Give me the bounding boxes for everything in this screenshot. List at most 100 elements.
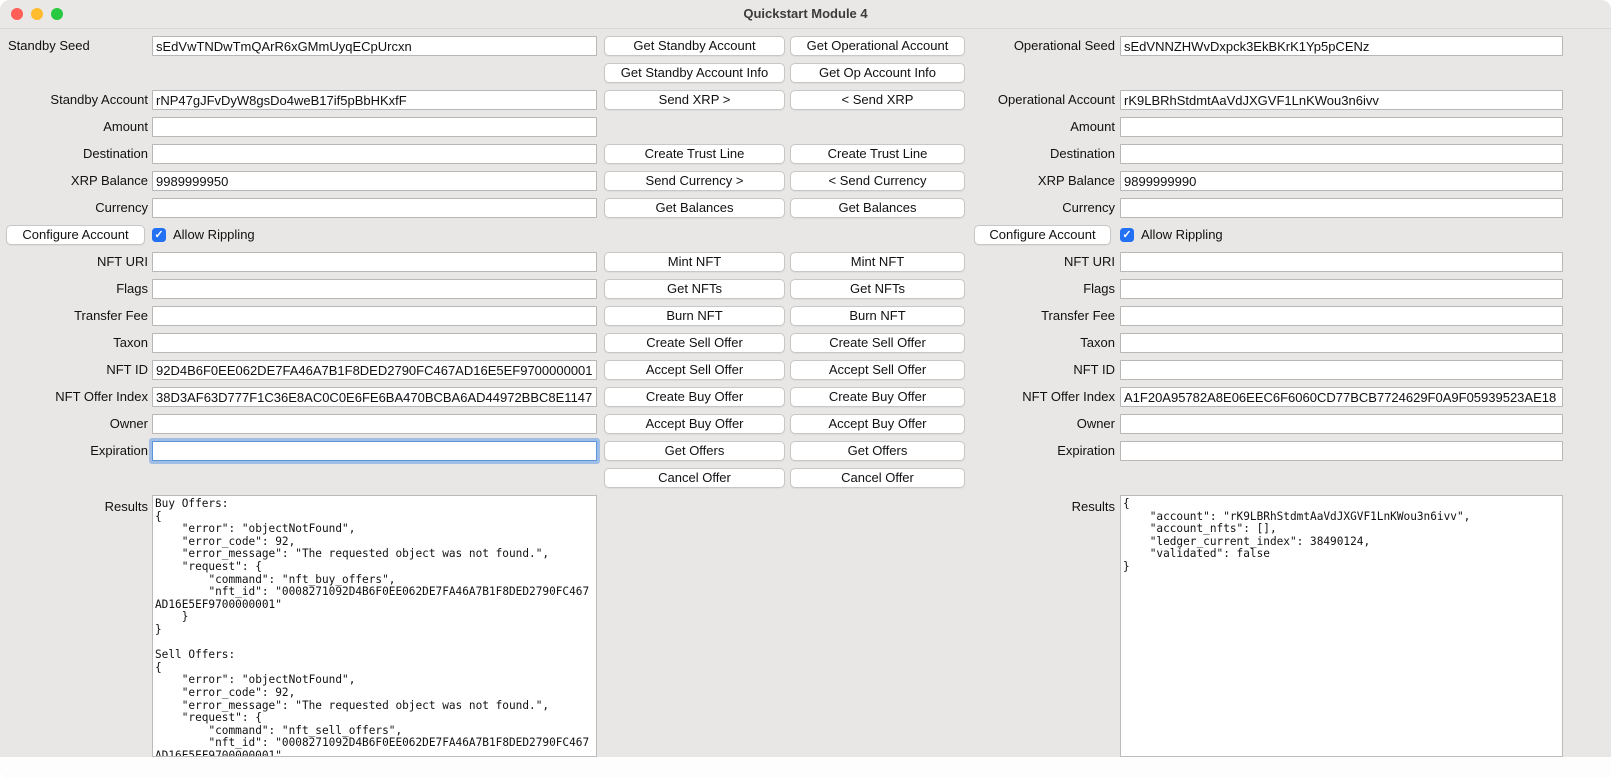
mint-nft-operational-button[interactable]: Mint NFT (790, 252, 965, 272)
standby-expiration-input[interactable] (152, 441, 597, 461)
get-standby-account-button[interactable]: Get Standby Account (604, 36, 785, 56)
minimize-icon[interactable] (31, 8, 43, 20)
accept-sell-offer-operational-button[interactable]: Accept Sell Offer (790, 360, 965, 380)
create-buy-offer-operational-button[interactable]: Create Buy Offer (790, 387, 965, 407)
operational-seed-label: Operational Seed (965, 36, 1115, 56)
operational-xrp-balance-label: XRP Balance (965, 171, 1115, 191)
operational-nft-id-label: NFT ID (965, 360, 1115, 380)
get-operational-account-button[interactable]: Get Operational Account (790, 36, 965, 56)
cancel-offer-operational-button[interactable]: Cancel Offer (790, 468, 965, 488)
operational-currency-label: Currency (965, 198, 1115, 218)
get-nfts-standby-button[interactable]: Get NFTs (604, 279, 785, 299)
standby-xrp-balance-label: XRP Balance (0, 171, 148, 191)
operational-account-label: Operational Account (965, 90, 1115, 110)
operational-taxon-input[interactable] (1120, 333, 1563, 353)
standby-nft-offer-index-input[interactable] (152, 387, 597, 407)
standby-currency-input[interactable] (152, 198, 597, 218)
standby-flags-input[interactable] (152, 279, 597, 299)
standby-transfer-fee-label: Transfer Fee (0, 306, 148, 326)
standby-nft-id-input[interactable] (152, 360, 597, 380)
get-nfts-operational-button[interactable]: Get NFTs (790, 279, 965, 299)
standby-taxon-label: Taxon (0, 333, 148, 353)
send-currency-operational-button[interactable]: < Send Currency (790, 171, 965, 191)
create-sell-offer-standby-button[interactable]: Create Sell Offer (604, 333, 785, 353)
accept-buy-offer-operational-button[interactable]: Accept Buy Offer (790, 414, 965, 434)
create-trust-line-operational-button[interactable]: Create Trust Line (790, 144, 965, 164)
cancel-offer-standby-button[interactable]: Cancel Offer (604, 468, 785, 488)
standby-transfer-fee-input[interactable] (152, 306, 597, 326)
burn-nft-standby-button[interactable]: Burn NFT (604, 306, 785, 326)
operational-configure-account-button[interactable]: Configure Account (974, 225, 1111, 245)
operational-transfer-fee-input[interactable] (1120, 306, 1563, 326)
get-balances-operational-button[interactable]: Get Balances (790, 198, 965, 218)
standby-flags-label: Flags (0, 279, 148, 299)
standby-amount-input[interactable] (152, 117, 597, 137)
get-balances-standby-button[interactable]: Get Balances (604, 198, 785, 218)
titlebar: Quickstart Module 4 (0, 0, 1611, 29)
standby-destination-input[interactable] (152, 144, 597, 164)
send-currency-standby-button[interactable]: Send Currency > (604, 171, 785, 191)
accept-sell-offer-standby-button[interactable]: Accept Sell Offer (604, 360, 785, 380)
mint-nft-standby-button[interactable]: Mint NFT (604, 252, 785, 272)
operational-amount-label: Amount (965, 117, 1115, 137)
operational-owner-label: Owner (965, 414, 1115, 434)
operational-flags-label: Flags (965, 279, 1115, 299)
standby-allow-rippling-checkbox[interactable]: ✓ (152, 228, 166, 242)
standby-currency-label: Currency (0, 198, 148, 218)
operational-nft-offer-index-label: NFT Offer Index (965, 387, 1115, 407)
window-footer-area (0, 757, 1611, 778)
standby-account-input[interactable] (152, 90, 597, 110)
create-sell-offer-operational-button[interactable]: Create Sell Offer (790, 333, 965, 353)
operational-transfer-fee-label: Transfer Fee (965, 306, 1115, 326)
get-offers-standby-button[interactable]: Get Offers (604, 441, 785, 461)
operational-taxon-label: Taxon (965, 333, 1115, 353)
fullscreen-icon[interactable] (51, 8, 63, 20)
operational-flags-input[interactable] (1120, 279, 1563, 299)
operational-nft-uri-label: NFT URI (965, 252, 1115, 272)
accept-buy-offer-standby-button[interactable]: Accept Buy Offer (604, 414, 785, 434)
operational-nft-id-input[interactable] (1120, 360, 1563, 380)
standby-configure-account-button[interactable]: Configure Account (6, 225, 145, 245)
standby-seed-input[interactable] (152, 36, 597, 56)
burn-nft-operational-button[interactable]: Burn NFT (790, 306, 965, 326)
operational-allow-rippling-checkbox[interactable]: ✓ (1120, 228, 1134, 242)
operational-xrp-balance-input[interactable] (1120, 171, 1563, 191)
standby-destination-label: Destination (0, 144, 148, 164)
standby-results-text[interactable]: Buy Offers: { "error": "objectNotFound",… (152, 495, 597, 757)
operational-owner-input[interactable] (1120, 414, 1563, 434)
operational-nft-uri-input[interactable] (1120, 252, 1563, 272)
get-op-account-info-button[interactable]: Get Op Account Info (790, 63, 965, 83)
operational-currency-input[interactable] (1120, 198, 1563, 218)
operational-allow-rippling-label: Allow Rippling (1141, 225, 1223, 245)
standby-allow-rippling-label: Allow Rippling (173, 225, 255, 245)
standby-xrp-balance-input[interactable] (152, 171, 597, 191)
close-icon[interactable] (11, 8, 23, 20)
operational-amount-input[interactable] (1120, 117, 1563, 137)
standby-taxon-input[interactable] (152, 333, 597, 353)
operational-results-text[interactable]: { "account": "rK9LBRhStdmtAaVdJXGVF1LnKW… (1120, 495, 1563, 757)
get-standby-account-info-button[interactable]: Get Standby Account Info (604, 63, 785, 83)
operational-seed-input[interactable] (1120, 36, 1563, 56)
create-trust-line-standby-button[interactable]: Create Trust Line (604, 144, 785, 164)
send-xrp-standby-button[interactable]: Send XRP > (604, 90, 785, 110)
operational-expiration-input[interactable] (1120, 441, 1563, 461)
standby-nft-uri-label: NFT URI (0, 252, 148, 272)
operational-results-label: Results (965, 497, 1115, 517)
standby-amount-label: Amount (0, 117, 148, 137)
standby-seed-label: Standby Seed (0, 36, 148, 56)
operational-expiration-label: Expiration (965, 441, 1115, 461)
get-offers-operational-button[interactable]: Get Offers (790, 441, 965, 461)
standby-account-label: Standby Account (0, 90, 148, 110)
create-buy-offer-standby-button[interactable]: Create Buy Offer (604, 387, 785, 407)
app-window: Quickstart Module 4 Standby Seed Standby… (0, 0, 1611, 778)
standby-nft-uri-input[interactable] (152, 252, 597, 272)
window-title: Quickstart Module 4 (0, 0, 1611, 28)
operational-nft-offer-index-input[interactable] (1120, 387, 1563, 407)
standby-owner-input[interactable] (152, 414, 597, 434)
operational-account-input[interactable] (1120, 90, 1563, 110)
standby-owner-label: Owner (0, 414, 148, 434)
standby-results-label: Results (0, 497, 148, 517)
send-xrp-operational-button[interactable]: < Send XRP (790, 90, 965, 110)
standby-nft-id-label: NFT ID (0, 360, 148, 380)
operational-destination-input[interactable] (1120, 144, 1563, 164)
